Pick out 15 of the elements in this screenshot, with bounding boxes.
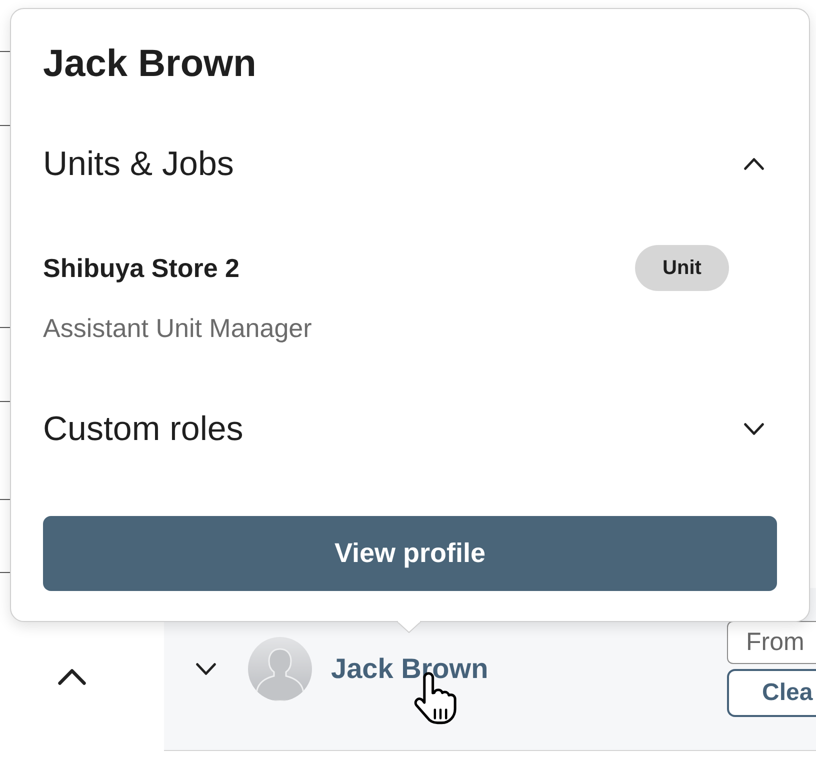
avatar-icon [248,637,312,701]
chevron-down-icon[interactable] [744,423,764,435]
chevron-up-icon[interactable] [58,669,86,685]
unit-name: Shibuya Store 2 [43,252,240,284]
chevron-up-icon[interactable] [744,158,764,170]
type-badge: Unit [635,245,729,291]
user-name-link[interactable]: Jack Brown [331,655,488,683]
section-heading[interactable]: Units & Jobs [43,138,234,190]
clear-button[interactable]: Clea [727,669,816,717]
chevron-down-icon[interactable] [196,663,216,675]
section-heading[interactable]: Custom roles [43,404,244,454]
popover-title: Jack Brown [43,42,256,87]
job-title: Assistant Unit Manager [43,312,312,345]
date-field[interactable]: From [727,621,816,664]
view-profile-button[interactable]: View profile [43,516,777,591]
